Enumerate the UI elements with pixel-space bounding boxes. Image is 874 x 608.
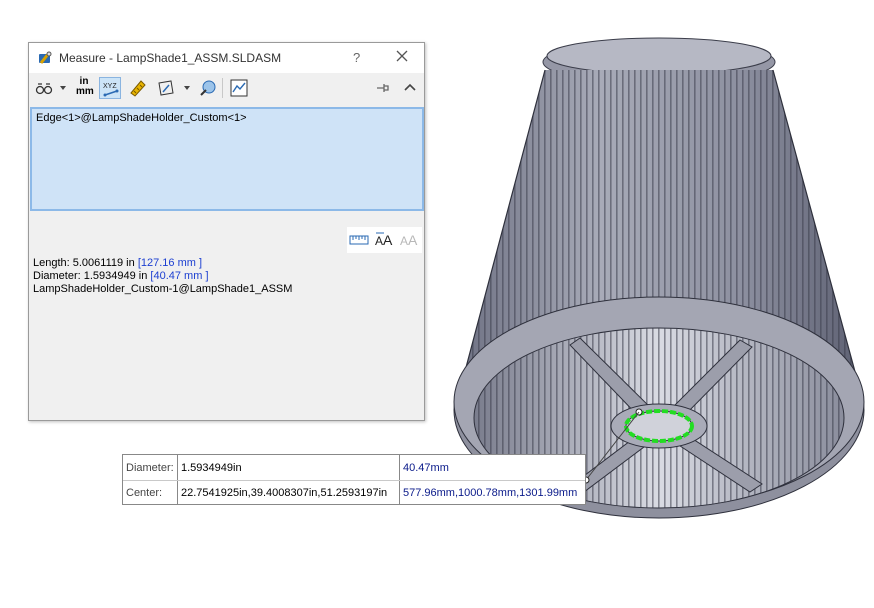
diameter-alt-units: [40.47 mm ] <box>150 270 209 282</box>
svg-text:A: A <box>408 232 418 248</box>
dialog-title: Measure - LampShade1_ASSM.SLDASM <box>59 51 282 65</box>
projected-on-button[interactable] <box>155 77 177 99</box>
measure-toolbar: in mm XYZ <box>29 74 424 102</box>
pin-icon <box>377 84 389 92</box>
chevron-up-icon <box>404 83 416 91</box>
show-xyz-button[interactable]: XYZ <box>99 77 121 99</box>
callout-center-label: Center: <box>126 487 163 499</box>
text-size-button[interactable]: A A <box>374 230 396 250</box>
measure-dialog: Measure - LampShade1_ASSM.SLDASM ? in mm <box>28 42 425 421</box>
lampshade-model-viewport[interactable] <box>430 0 874 608</box>
diameter-label: Diameter: 1.5934949 in <box>33 270 148 282</box>
pin-button[interactable] <box>372 77 394 99</box>
callout-diameter-label: Diameter: <box>126 462 174 474</box>
svg-text:A: A <box>400 234 408 248</box>
show-xyz-icon: XYZ <box>103 83 119 97</box>
point-to-point-icon <box>130 80 146 97</box>
projected-on-icon <box>158 80 174 96</box>
svg-text:XYZ: XYZ <box>103 83 117 90</box>
callout-row-divider <box>123 480 585 481</box>
length-label: Length: 5.0061119 in <box>33 257 135 269</box>
callout-center-mm: 577.96mm,1000.78mm,1301.99mm <box>403 487 578 499</box>
ruler-icon <box>349 235 369 245</box>
sensor-button[interactable] <box>197 77 219 99</box>
text-size-disabled-icon: A A <box>400 232 418 248</box>
callout-diameter-mm: 40.47mm <box>403 462 449 474</box>
component-name: LampShadeHolder_Custom-1@LampShade1_ASSM <box>33 283 293 295</box>
measure-callout[interactable]: Diameter: 1.5934949in 40.47mm Center: 22… <box>122 454 586 505</box>
lampshade-model[interactable] <box>430 0 874 605</box>
svg-text:A: A <box>375 234 383 248</box>
selection-item[interactable]: Edge<1>@LampShadeHolder_Custom<1> <box>36 112 247 124</box>
svg-text:A: A <box>383 232 393 248</box>
close-button[interactable] <box>395 49 409 66</box>
units-precision-button[interactable]: in mm <box>73 77 95 99</box>
title-bar[interactable]: Measure - LampShade1_ASSM.SLDASM ? <box>29 43 424 73</box>
arc-circle-measure-icon <box>35 83 53 95</box>
measure-app-icon <box>37 50 53 69</box>
text-size-disabled-button: A A <box>399 230 421 250</box>
collapse-button[interactable] <box>399 77 421 99</box>
point-to-point-button[interactable] <box>127 77 149 99</box>
close-icon <box>396 50 408 62</box>
callout-diameter-in: 1.5934949in <box>181 462 242 474</box>
sensor-icon <box>200 80 216 96</box>
chevron-down-icon[interactable] <box>184 86 190 90</box>
toolbar-separator <box>222 78 223 98</box>
ruler-button[interactable] <box>349 230 371 250</box>
selection-list[interactable]: Edge<1>@LampShadeHolder_Custom<1> <box>30 107 424 211</box>
measurement-history-icon <box>230 79 248 97</box>
arc-circle-measure-button[interactable] <box>33 77 55 99</box>
text-size-icon: A A <box>375 232 393 248</box>
length-result: Length: 5.0061119 in [127.16 mm ] <box>33 257 292 270</box>
callout-center-in: 22.7541925in,39.4008307in,51.2593197in <box>181 487 388 499</box>
help-button[interactable]: ? <box>353 50 360 65</box>
result-tools: A A A A <box>347 227 422 253</box>
measurement-history-button[interactable] <box>228 77 250 99</box>
length-alt-units: [127.16 mm ] <box>137 257 203 269</box>
measure-results: Length: 5.0061119 in [127.16 mm ] Diamet… <box>33 257 292 296</box>
diameter-result: Diameter: 1.5934949 in [40.47 mm ] <box>33 270 292 283</box>
chevron-down-icon[interactable] <box>60 86 66 90</box>
units-bottom-label: mm <box>76 86 94 97</box>
